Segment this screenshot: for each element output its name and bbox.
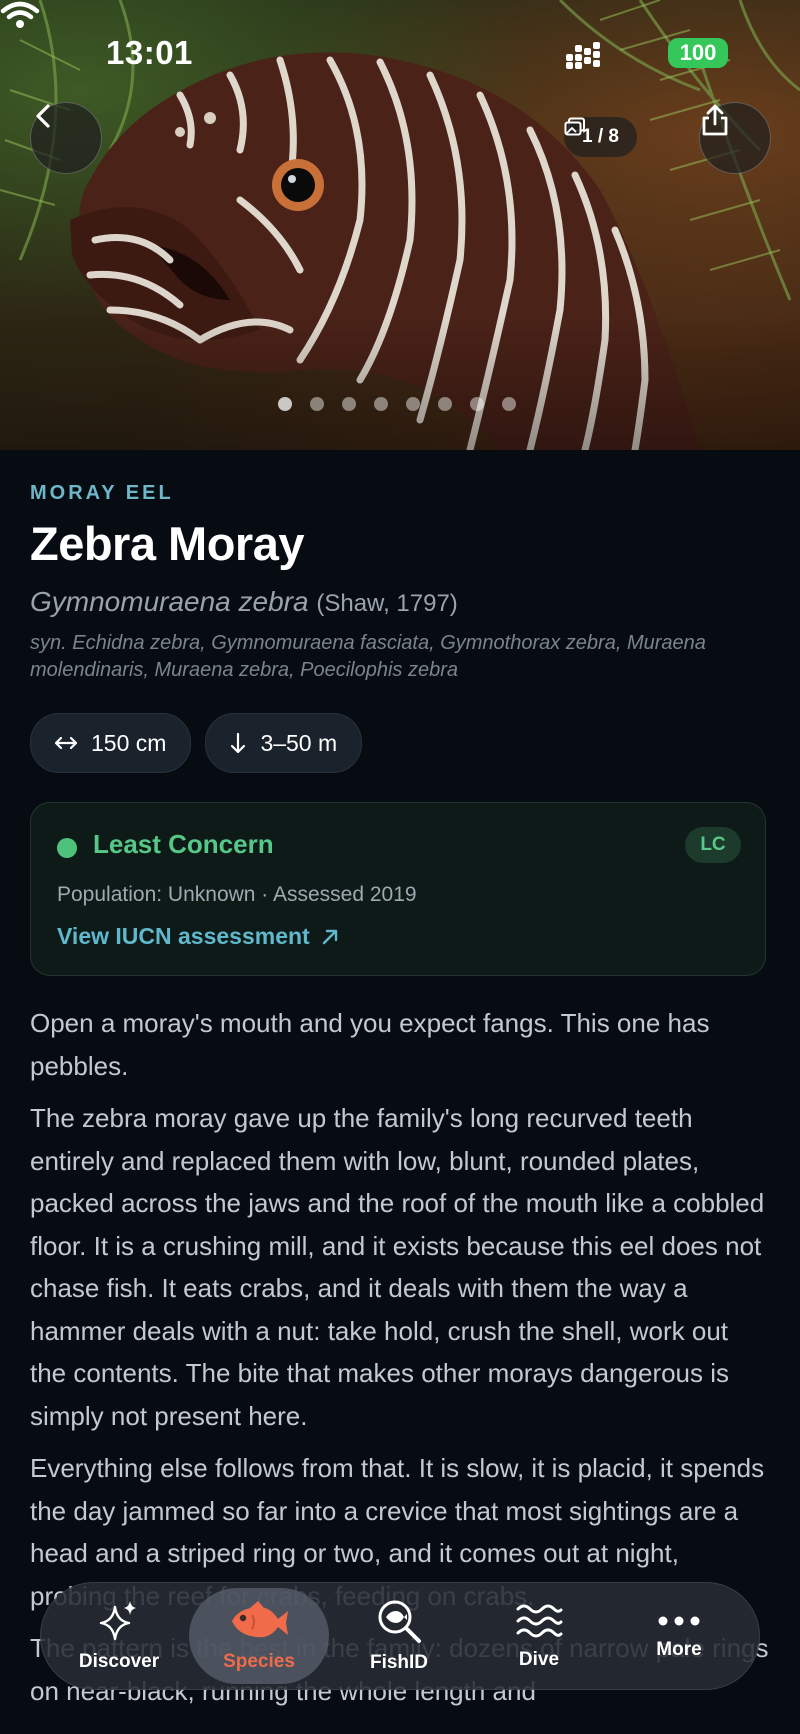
page-dot[interactable] — [406, 397, 420, 411]
gallery-page-dots[interactable] — [278, 397, 516, 411]
species-hero-photo[interactable]: 13:01 100 1 / 8 — [0, 0, 800, 450]
share-icon — [702, 104, 728, 136]
sparkles-icon — [99, 1601, 136, 1641]
gallery-counter-text: 1 / 8 — [582, 126, 619, 147]
fish-icon — [232, 1601, 288, 1638]
gallery-counter[interactable]: 1 / 8 — [564, 117, 637, 157]
battery-indicator: 100 — [668, 38, 728, 68]
family-label: MORAY EEL — [30, 482, 174, 504]
arrow-down-icon — [231, 732, 246, 754]
iucn-assessment-link[interactable]: View IUCN assessment — [57, 923, 340, 950]
status-dot — [57, 838, 77, 858]
chevron-left-icon — [36, 104, 50, 128]
status-bar: 13:01 100 — [0, 0, 800, 100]
back-button[interactable] — [30, 102, 102, 174]
page-dot[interactable] — [342, 397, 356, 411]
external-link-icon — [322, 929, 337, 944]
tab-species[interactable]: Species — [189, 1588, 329, 1684]
tab-fishid[interactable]: FishID — [329, 1588, 469, 1684]
status-meta: Population: Unknown · Assessed 2019 — [57, 883, 417, 906]
page-dot[interactable] — [278, 397, 292, 411]
scientific-binomial: Gymnomuraena zebra — [30, 586, 309, 617]
tab-dive[interactable]: Dive — [469, 1588, 609, 1684]
page-dot[interactable] — [438, 397, 452, 411]
waves-icon — [516, 1604, 563, 1638]
tab-label: Species — [223, 1651, 295, 1672]
tab-label: FishID — [369, 1652, 429, 1673]
depth-chip[interactable]: 3–50 m — [205, 713, 363, 773]
fish-search-icon — [378, 1600, 421, 1643]
tab-label: Discover — [78, 1651, 160, 1672]
authority: (Shaw, 1797) — [316, 590, 458, 617]
synonyms: syn. Echidna zebra, Gymnomuraena fasciat… — [30, 632, 706, 681]
status-code-badge: LC — [685, 827, 741, 863]
tab-label: More — [656, 1639, 702, 1660]
tab-more[interactable]: More — [609, 1588, 749, 1684]
conservation-status: Least Concern — [93, 829, 274, 859]
clock: 13:01 — [106, 34, 193, 71]
photos-icon — [564, 117, 585, 136]
paragraph: The zebra moray gave up the family's lon… — [30, 1103, 765, 1431]
wifi-icon — [0, 1, 40, 28]
length-chip[interactable]: 150 cm — [30, 713, 192, 773]
bottom-tab-bar: Discover Species FishID Dive More — [40, 1582, 760, 1690]
common-name: Zebra Moray — [30, 517, 304, 570]
share-button[interactable] — [699, 102, 771, 174]
iucn-link-label: View IUCN assessment — [57, 923, 310, 949]
depth-value: 3–50 m — [260, 729, 338, 756]
paragraph: Open a moray's mouth and you expect fang… — [30, 1008, 710, 1081]
tab-label: Dive — [518, 1649, 560, 1670]
page-dot[interactable] — [310, 397, 324, 411]
page-dot[interactable] — [502, 397, 516, 411]
horizontal-arrows-icon — [55, 736, 77, 750]
page-dot[interactable] — [374, 397, 388, 411]
scientific-name: Gymnomuraena zebra (Shaw, 1797) — [30, 586, 458, 618]
more-dots-icon — [658, 1616, 700, 1626]
conservation-status-card: Least Concern LC Population: Unknown · A… — [30, 802, 766, 976]
fact-chips: 150 cm 3–50 m — [30, 713, 363, 773]
length-value: 150 cm — [91, 729, 167, 756]
page-dot[interactable] — [470, 397, 484, 411]
cellular-signal-icon — [566, 42, 600, 69]
tab-discover[interactable]: Discover — [49, 1588, 189, 1684]
